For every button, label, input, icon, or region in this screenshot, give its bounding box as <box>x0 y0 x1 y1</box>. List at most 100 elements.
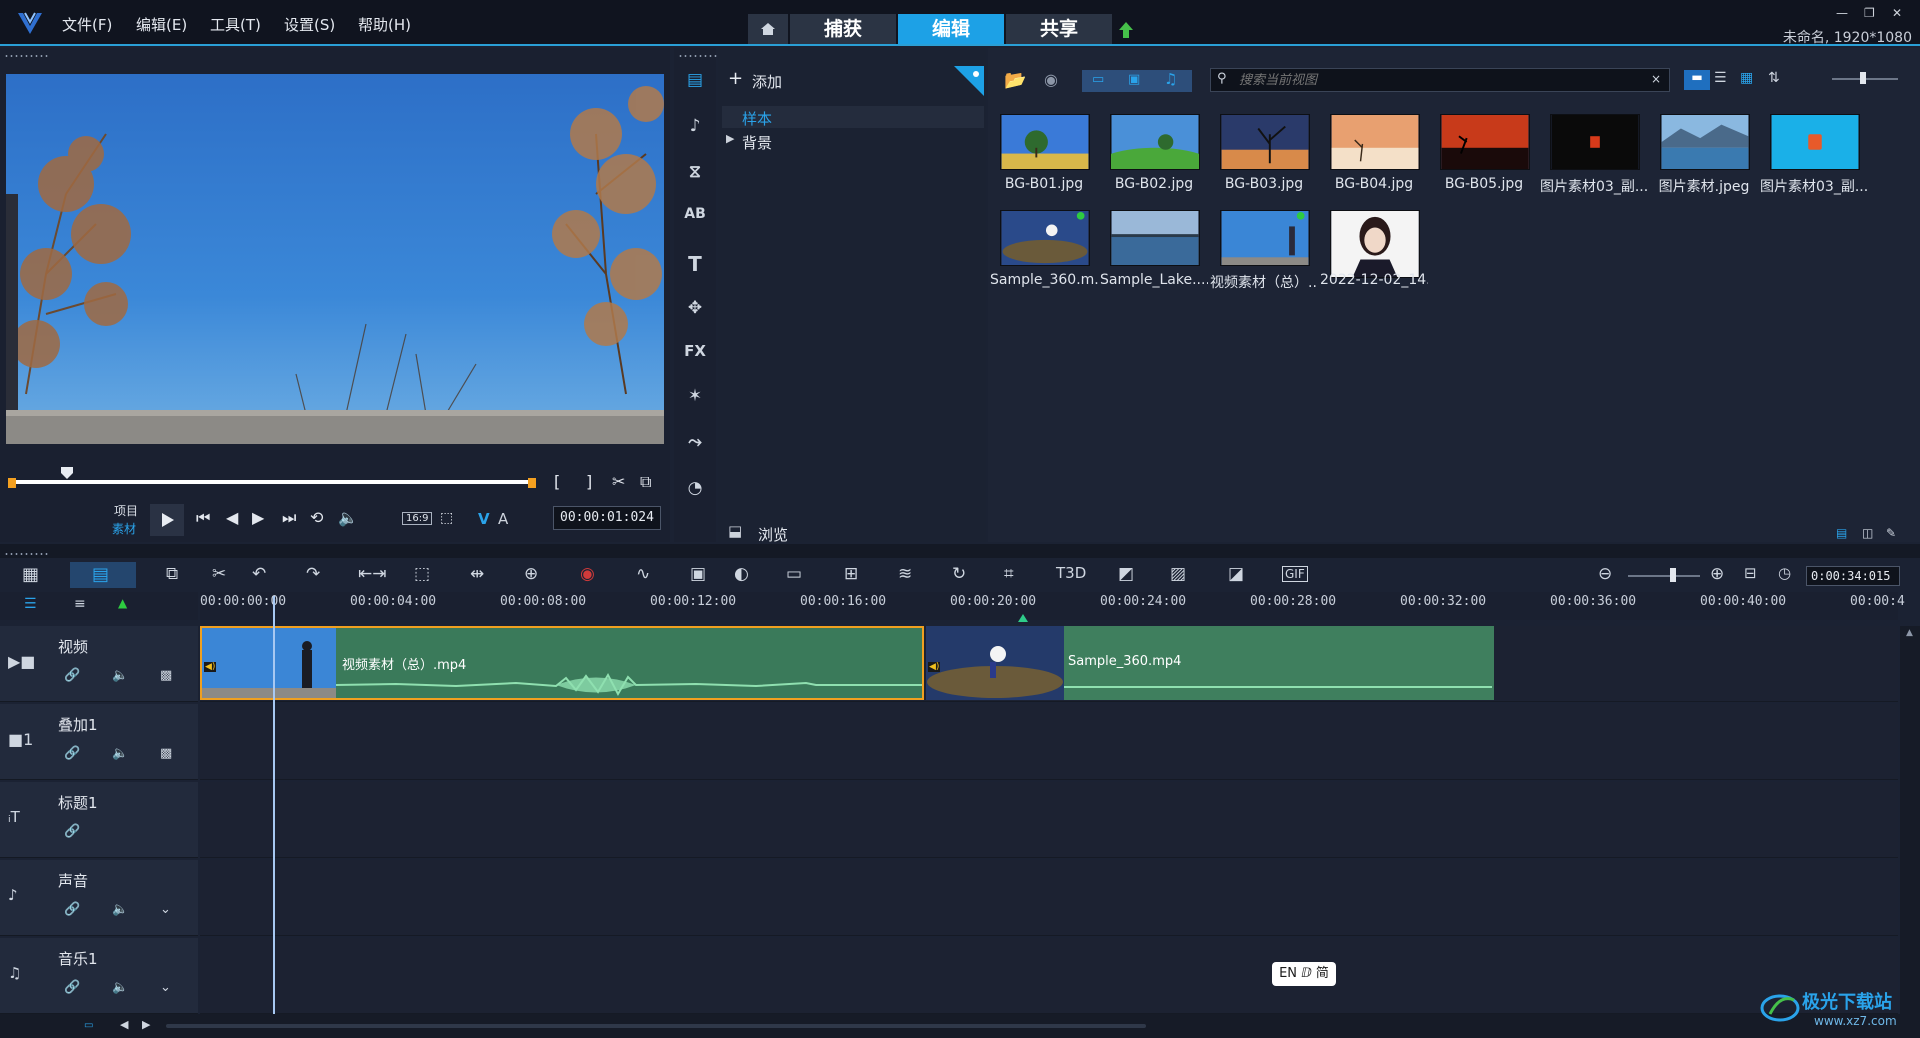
storyboard-view-icon[interactable]: ▦ <box>22 564 39 585</box>
mute-icon[interactable]: 🔈 <box>112 746 128 761</box>
repeat-icon[interactable]: ⟲ <box>310 508 323 527</box>
mask-icon[interactable]: ◩ <box>1118 564 1134 584</box>
zoom-in-icon[interactable]: ⊕ <box>1710 564 1724 584</box>
tools-icon[interactable]: ✂ <box>212 564 226 584</box>
library-item[interactable]: 2022-12-02_14... <box>1320 202 1428 296</box>
next-frame-icon[interactable]: ▶ <box>252 508 264 527</box>
scroll-left-icon[interactable]: ◀ <box>120 1018 128 1031</box>
library-item[interactable]: BG-B05.jpg <box>1430 106 1538 200</box>
zoom-slider[interactable] <box>1628 575 1700 577</box>
clear-search-icon[interactable]: × <box>1651 72 1661 86</box>
sort-icon[interactable]: ⇅ <box>1768 70 1780 86</box>
panel-grip[interactable] <box>4 552 50 556</box>
library-item[interactable]: 图片素材03_副... <box>1540 106 1648 200</box>
mute-icon[interactable]: 🔈 <box>112 902 128 917</box>
scroll-right-icon[interactable]: ▶ <box>142 1018 150 1031</box>
track-height-icon[interactable]: ▭ <box>84 1020 93 1031</box>
view-list-icon[interactable]: ☰ <box>1714 70 1727 86</box>
filter-audio-icon[interactable]: ♫ <box>1164 70 1177 88</box>
subtitle-icon[interactable]: ▣ <box>690 564 706 584</box>
title-text-icon[interactable]: AB <box>682 206 708 232</box>
copy-icon[interactable]: ⧉ <box>166 564 178 584</box>
blend-icon[interactable]: ◐ <box>734 564 749 584</box>
pan-zoom-icon[interactable]: ⬚ <box>414 564 430 584</box>
link-icon[interactable]: 🔗 <box>64 824 80 839</box>
undo-icon[interactable]: ↶ <box>252 564 266 584</box>
add-track-icon[interactable]: ≡ <box>74 596 86 612</box>
go-to-start-icon[interactable]: ⏮ <box>196 508 210 528</box>
3d-title-icon[interactable]: T3D <box>1056 564 1086 582</box>
pin-icon[interactable] <box>954 66 984 96</box>
magic-icon[interactable]: ✶ <box>682 386 708 412</box>
graphics-icon[interactable]: ✥ <box>682 298 708 324</box>
library-item[interactable]: BG-B01.jpg <box>990 106 1098 200</box>
speed-icon[interactable]: ≋ <box>898 564 912 584</box>
library-item[interactable]: BG-B02.jpg <box>1100 106 1208 200</box>
copy-frame-icon[interactable]: ⧉ <box>640 472 651 492</box>
mute-icon[interactable]: 🔈 <box>112 668 128 683</box>
redo-icon[interactable]: ↷ <box>306 564 320 584</box>
scroll-thumb[interactable] <box>166 1024 1146 1028</box>
tab-edit[interactable]: 编辑 <box>898 14 1004 44</box>
scroll-up-icon[interactable]: ▲ <box>1906 628 1913 638</box>
audio-track-toggle[interactable]: A <box>498 510 508 528</box>
timeline-clip[interactable]: ◀) 视频素材（总）.mp4 <box>200 626 924 700</box>
scrub-thumb-icon[interactable] <box>60 466 74 480</box>
trim-start-handle[interactable] <box>8 478 16 488</box>
menu-tools[interactable]: 工具(T) <box>210 14 261 35</box>
timeline-clip[interactable]: ◀) Sample_360.mp4 <box>926 626 1494 700</box>
vertical-scrollbar[interactable]: ▲ <box>1900 626 1920 1014</box>
library-item[interactable]: Sample_Lake.... <box>1100 202 1208 296</box>
view-thumbnail-icon[interactable]: ▬ <box>1684 70 1710 90</box>
menu-edit[interactable]: 编辑(E) <box>136 14 187 35</box>
link-icon[interactable]: 🔗 <box>64 746 80 761</box>
path-icon[interactable]: ⤳ <box>682 432 708 458</box>
loop-icon[interactable]: ↻ <box>952 564 966 584</box>
track-manager-icon[interactable]: ☰ <box>24 596 37 612</box>
panel-grip[interactable] <box>4 54 50 58</box>
adjust-icon[interactable]: ◪ <box>1228 564 1244 584</box>
split-icon[interactable]: ⇹ <box>470 564 484 584</box>
upload-icon[interactable] <box>1116 20 1136 40</box>
library-item[interactable]: BG-B04.jpg <box>1320 106 1428 200</box>
zoom-thumb[interactable] <box>1670 568 1676 582</box>
motion-icon[interactable]: ⊕ <box>524 564 538 584</box>
speed-gauge-icon[interactable]: ◔ <box>682 478 708 504</box>
link-icon[interactable]: 🔗 <box>64 902 80 917</box>
split-screen-icon[interactable]: ⊞ <box>844 564 858 584</box>
filter-photo-icon[interactable]: ▣ <box>1128 72 1140 87</box>
record-capture-icon[interactable]: ◉ <box>580 564 595 584</box>
track-row-title[interactable] <box>200 782 1898 858</box>
menu-settings[interactable]: 设置(S) <box>284 14 335 35</box>
marker-icon[interactable] <box>1018 614 1028 622</box>
transition-icon[interactable]: ⧖ <box>682 162 708 188</box>
instant-project-icon[interactable]: ♪ <box>682 116 708 142</box>
gif-icon[interactable]: GIF <box>1282 566 1308 582</box>
chevron-down-icon[interactable]: ⌄ <box>160 902 171 917</box>
fit-icon[interactable]: ⇤⇥ <box>358 564 387 584</box>
title-editor-icon[interactable]: ▭ <box>786 564 802 584</box>
project-mode-label[interactable]: 项目 <box>114 502 138 519</box>
play-button[interactable] <box>150 504 184 536</box>
library-item[interactable]: 图片素材03_副... <box>1760 106 1868 200</box>
scrub-bar[interactable] <box>12 480 532 484</box>
scissors-icon[interactable]: ✂ <box>612 472 625 491</box>
crop-icon[interactable]: ⬚ <box>440 510 453 526</box>
track-row-overlay[interactable] <box>200 704 1898 780</box>
timeline-view-button[interactable]: ▤ <box>70 562 136 588</box>
text-icon[interactable]: T <box>682 252 708 278</box>
volume-icon[interactable]: 🔈 <box>338 508 358 527</box>
browse-button[interactable]: ⬓ 浏览 <box>728 522 928 544</box>
clip-mode-label[interactable]: 素材 <box>112 520 136 537</box>
mark-in-icon[interactable]: [ <box>554 472 560 491</box>
media-icon[interactable]: ▤ <box>682 70 708 96</box>
library-item[interactable]: 图片素材.jpeg <box>1650 106 1758 200</box>
expand-tracks-icon[interactable]: ▲ <box>118 596 127 610</box>
filter-video-icon[interactable]: ▭ <box>1092 72 1104 87</box>
track-row-voice[interactable] <box>200 860 1898 936</box>
view-grid-icon[interactable]: ▦ <box>1740 70 1753 86</box>
search-box[interactable]: ⚲ × <box>1210 68 1670 92</box>
horizontal-scrollbar[interactable]: ▭ ◀ ▶ <box>0 1014 1920 1038</box>
link-icon[interactable]: 🔗 <box>64 980 80 995</box>
close-icon[interactable]: ✕ <box>1892 6 1902 20</box>
